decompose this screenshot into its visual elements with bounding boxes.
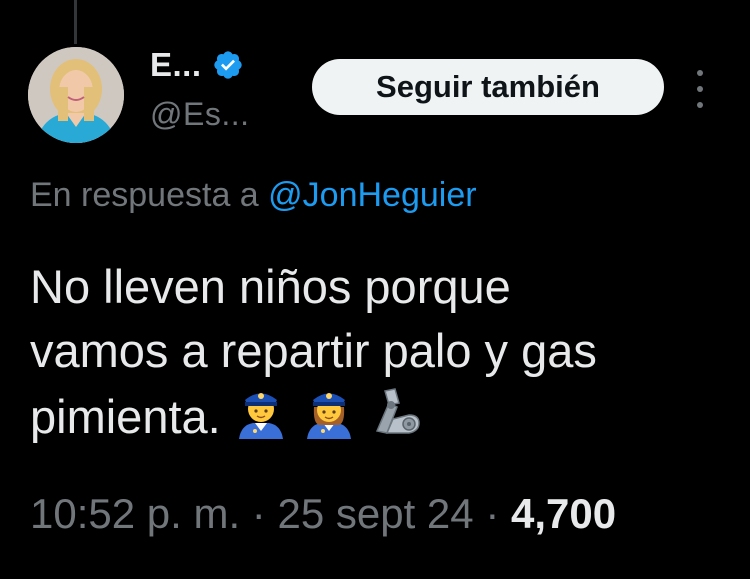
name-row: E... [150,44,250,86]
tweet-meta: 10:52 p. m. · 25 sept 24 · 4,700 [30,490,616,538]
tweet-text-line: vamos a repartir palo y gas [30,324,597,377]
tweet-text-line-last: pimienta. [30,383,730,449]
reply-prefix: En respuesta a [30,176,259,214]
flexed-mechanical-arm-emoji [369,383,425,439]
more-vertical-icon[interactable] [690,70,710,108]
reply-mention-link[interactable]: @JonHeguier [268,176,476,214]
woman-police-officer-emoji [301,383,357,439]
avatar-photo [28,47,124,143]
tweet-date[interactable]: 25 sept 24 [277,490,473,537]
author-handle[interactable]: @Es... [150,96,250,133]
tweet-text-line: pimienta. [30,390,221,443]
author-display-name[interactable]: E... [150,46,202,84]
reply-context: En respuesta a @JonHeguier [30,176,477,215]
meta-separator: · [251,490,266,537]
verified-badge-icon [212,49,244,81]
more-dot [697,86,703,92]
tweet-text-line: No lleven niños porque [30,260,511,313]
thread-connector-line [74,0,77,44]
view-count[interactable]: 4,700 [511,490,616,537]
more-dot [697,70,703,76]
tweet-text: No lleven niños porque vamos a repartir … [30,255,730,449]
follow-button[interactable]: Seguir también [312,59,664,115]
meta-separator: · [485,490,500,537]
author-info: E... @Es... [150,44,250,133]
avatar[interactable] [28,47,124,143]
more-dot [697,102,703,108]
tweet-time[interactable]: 10:52 p. m. [30,490,240,537]
police-officer-emoji [233,383,289,439]
